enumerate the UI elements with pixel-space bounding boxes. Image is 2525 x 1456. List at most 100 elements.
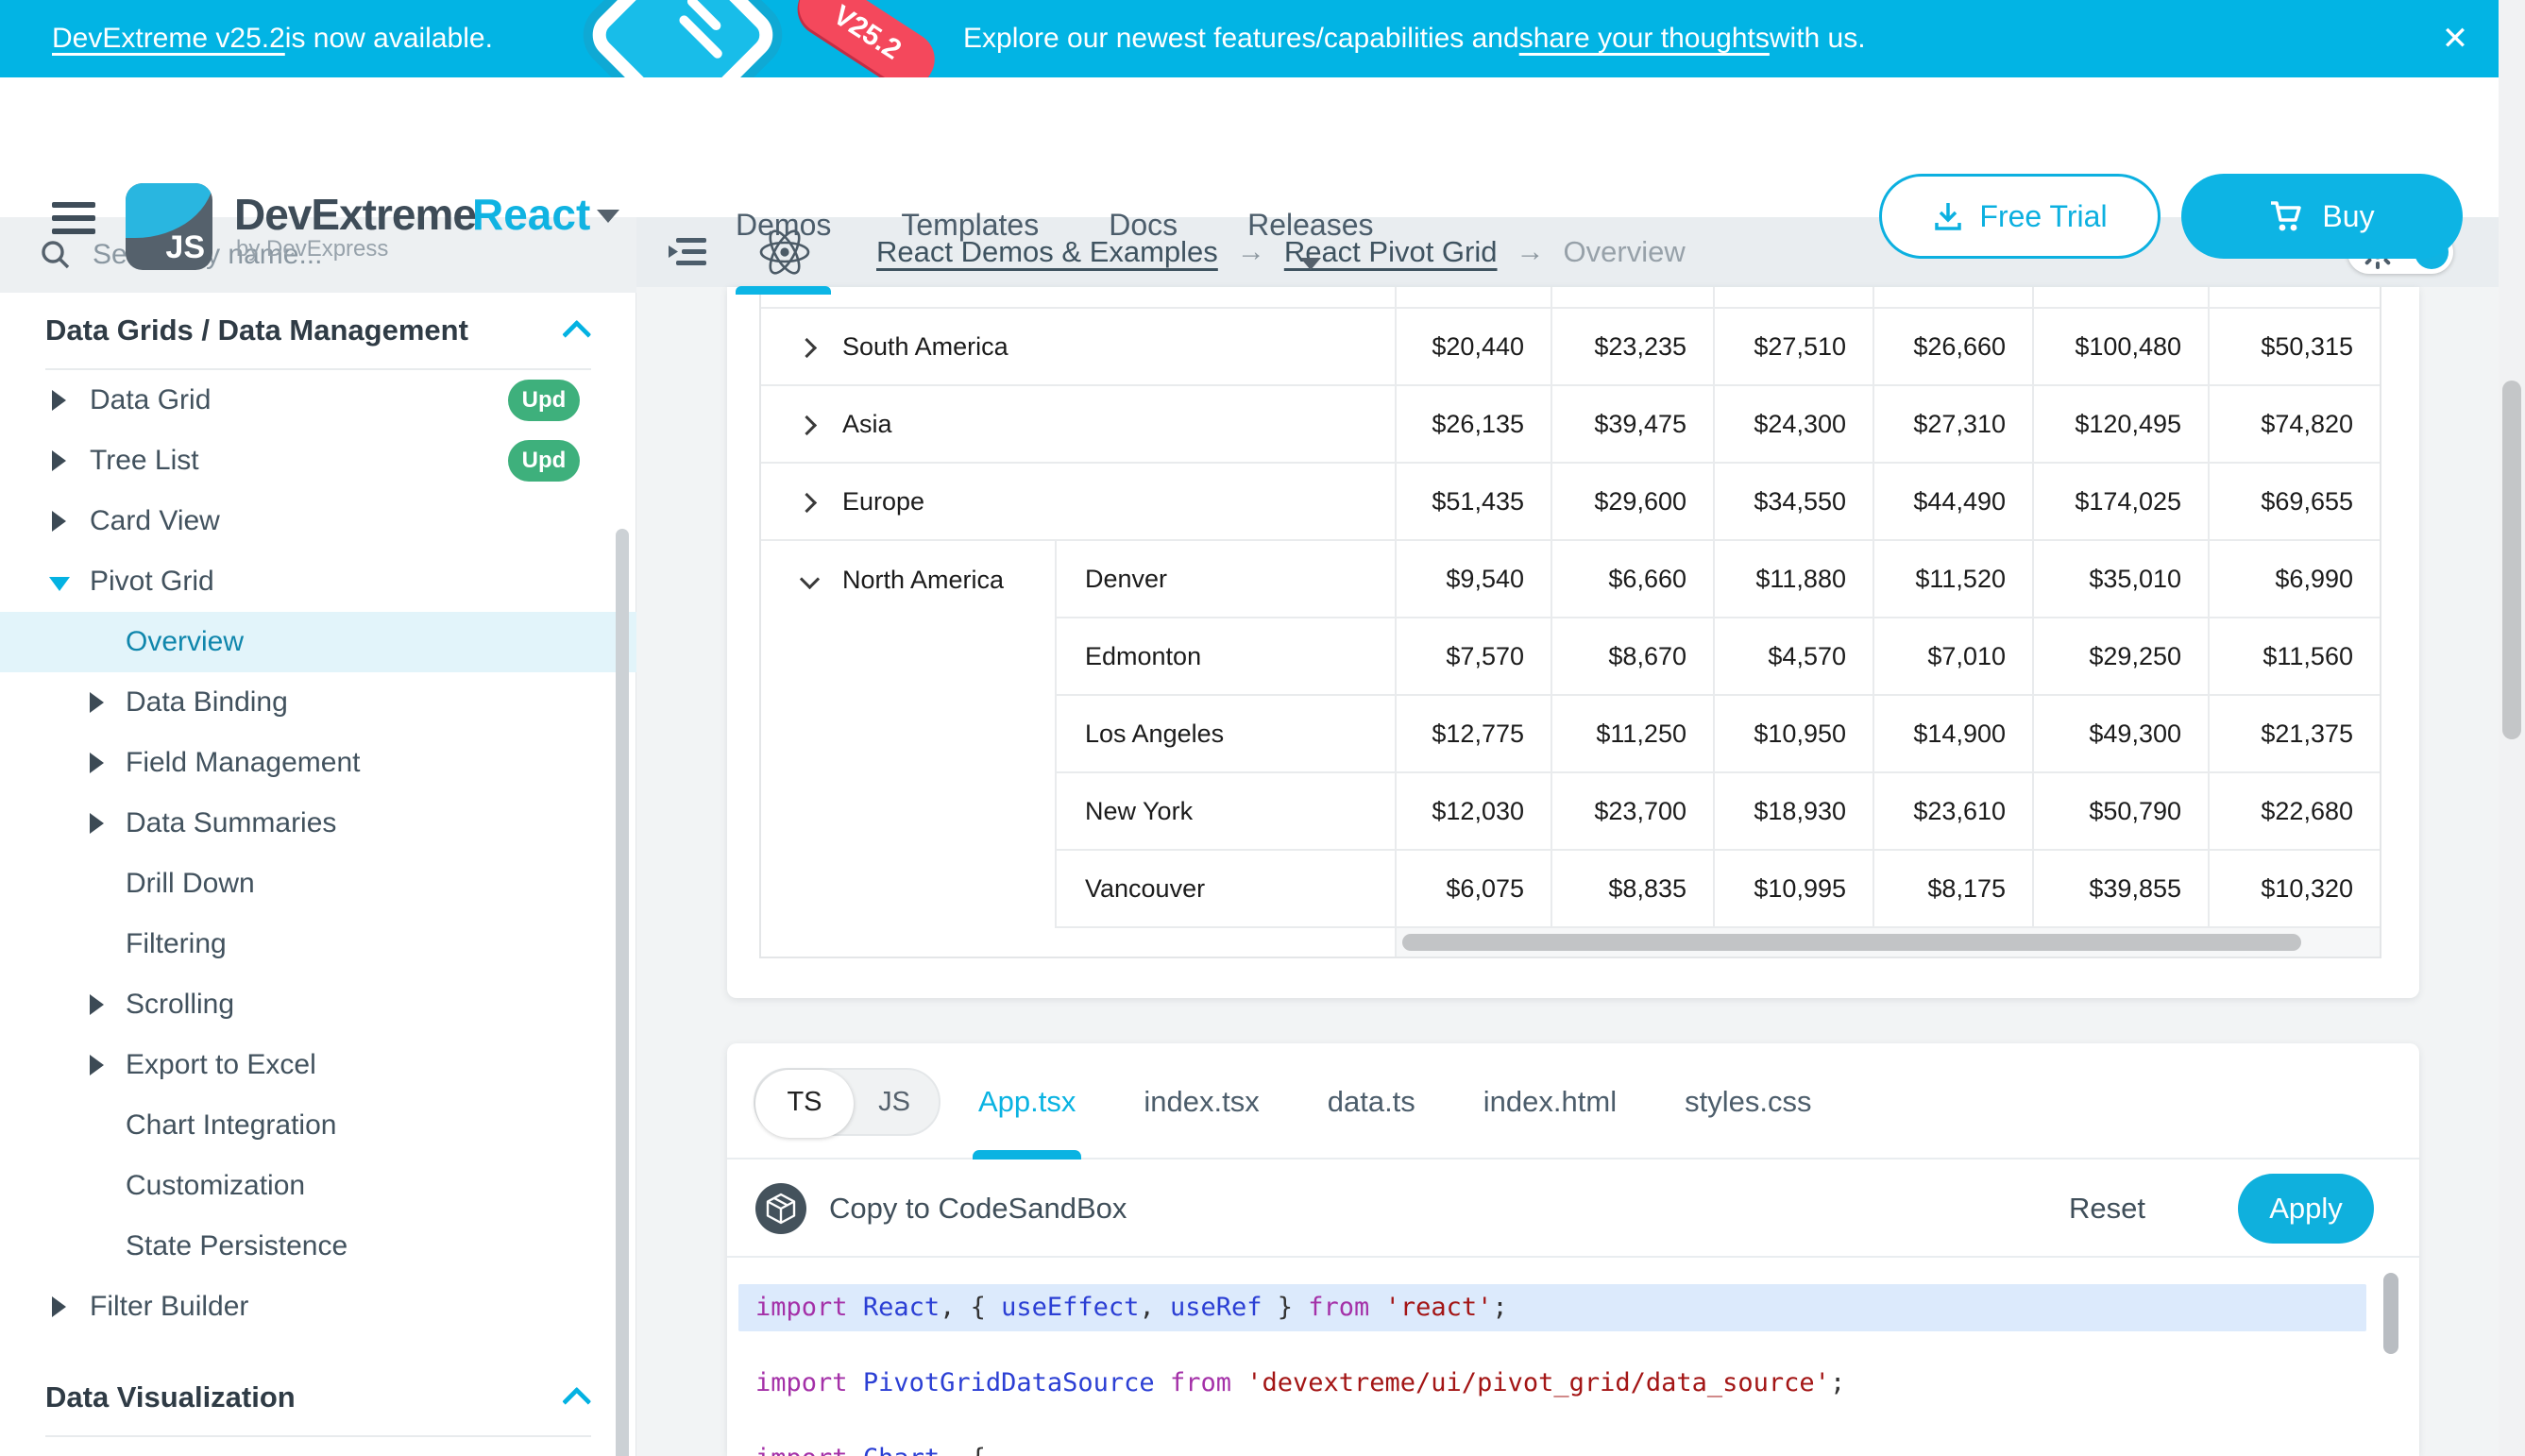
pivot-cell[interactable]: $29,600: [1552, 464, 1715, 541]
nav-item-docs[interactable]: Docs: [1109, 155, 1178, 295]
pivot-cell[interactable]: $12,775: [1397, 696, 1552, 773]
reset-button[interactable]: Reset: [2069, 1192, 2145, 1226]
expand-right-icon[interactable]: [90, 994, 104, 1015]
pivot-cell[interactable]: $23,700: [1552, 773, 1715, 851]
pivot-cell[interactable]: $7,570: [1397, 618, 1552, 696]
pivot-cell[interactable]: $23,610: [1874, 773, 2034, 851]
sidebar-item-pivot-grid[interactable]: Pivot Grid: [0, 551, 636, 612]
toggle-option-js[interactable]: JS: [850, 1087, 939, 1118]
brand-name[interactable]: DevExtreme: [234, 189, 476, 240]
pivot-cell[interactable]: $49,300: [2034, 696, 2210, 773]
expand-right-icon[interactable]: [52, 511, 66, 532]
pivot-horizontal-scrollbar[interactable]: [1397, 928, 2380, 957]
file-tab-data-ts[interactable]: data.ts: [1328, 1043, 1415, 1160]
sidebar-item-field-management[interactable]: Field Management: [0, 733, 636, 793]
pivot-cell[interactable]: $20,440: [1397, 309, 1552, 386]
file-tab-index-tsx[interactable]: index.tsx: [1144, 1043, 1259, 1160]
expand-right-icon[interactable]: [90, 1055, 104, 1075]
framework-selector[interactable]: React: [472, 189, 590, 240]
sidebar-item-data-binding[interactable]: Data Binding: [0, 672, 636, 733]
pivot-cell[interactable]: $50,315: [2210, 309, 2380, 386]
pivot-row-asia[interactable]: Asia: [761, 386, 1397, 464]
pivot-cell[interactable]: $74,820: [2210, 386, 2380, 464]
pivot-cell[interactable]: $10,995: [1715, 851, 1874, 928]
pivot-cell[interactable]: $10,950: [1715, 696, 1874, 773]
pivot-cell[interactable]: $9,540: [1397, 541, 1552, 618]
devextreme-logo[interactable]: JS: [126, 183, 212, 270]
pivot-cell[interactable]: $24,300: [1715, 386, 1874, 464]
codesandbox-icon[interactable]: [755, 1183, 806, 1234]
expand-row-icon[interactable]: [799, 492, 818, 511]
nav-item-releases[interactable]: Releases: [1247, 155, 1373, 295]
share-thoughts-link[interactable]: share your thoughts: [1519, 23, 1770, 55]
pivot-cell[interactable]: $11,250: [1552, 696, 1715, 773]
nav-item-demos[interactable]: Demos: [736, 155, 831, 295]
sidebar-item-export-to-excel[interactable]: Export to Excel: [0, 1035, 636, 1095]
pivot-cell[interactable]: $50,790: [2034, 773, 2210, 851]
pivot-horizontal-scrollbar-thumb[interactable]: [1402, 934, 2301, 951]
pivot-cell[interactable]: $26,660: [1874, 309, 2034, 386]
pivot-cell[interactable]: $35,010: [2034, 541, 2210, 618]
pivot-cell[interactable]: $27,310: [1874, 386, 2034, 464]
sidebar-item-tree-list[interactable]: Tree ListUpd: [0, 431, 636, 491]
pivot-cell[interactable]: $6,990: [2210, 541, 2380, 618]
pivot-cell[interactable]: $39,475: [1552, 386, 1715, 464]
pivot-cell[interactable]: $39,855: [2034, 851, 2210, 928]
banner-close-icon[interactable]: ✕: [2427, 0, 2483, 77]
page-scrollbar-thumb[interactable]: [2502, 381, 2521, 739]
expand-right-icon[interactable]: [52, 1296, 66, 1317]
codesandbox-label[interactable]: Copy to CodeSandBox: [829, 1192, 1127, 1226]
sidebar-section-data-visualization[interactable]: Data Visualization: [0, 1360, 636, 1435]
pivot-cell[interactable]: $7,010: [1874, 618, 2034, 696]
pivot-row-europe[interactable]: Europe: [761, 464, 1397, 541]
page-scrollbar[interactable]: [2499, 0, 2525, 1456]
pivot-row-vancouver[interactable]: Vancouver: [1057, 851, 1397, 928]
sidebar-item-card-view[interactable]: Card View: [0, 491, 636, 551]
pivot-cell[interactable]: $8,670: [1552, 618, 1715, 696]
pivot-cell[interactable]: $11,520: [1874, 541, 2034, 618]
pivot-row-north-america[interactable]: North America: [761, 541, 1057, 928]
code-scrollbar[interactable]: [2383, 1273, 2398, 1354]
file-tab-index-html[interactable]: index.html: [1483, 1043, 1617, 1160]
collapse-sidebar-icon[interactable]: [663, 233, 712, 271]
pivot-cell[interactable]: $4,570: [1715, 618, 1874, 696]
sidebar-item-data-grid[interactable]: Data GridUpd: [0, 370, 636, 431]
pivot-cell[interactable]: $100,480: [2034, 309, 2210, 386]
pivot-row-new-york[interactable]: New York: [1057, 773, 1397, 851]
file-tab-styles-css[interactable]: styles.css: [1685, 1043, 1811, 1160]
free-trial-button[interactable]: Free Trial: [1879, 174, 2161, 259]
pivot-cell[interactable]: $10,320: [2210, 851, 2380, 928]
framework-caret-icon[interactable]: [597, 210, 619, 223]
pivot-cell[interactable]: $174,025: [2034, 464, 2210, 541]
pivot-cell[interactable]: $120,495: [2034, 386, 2210, 464]
collapse-row-icon[interactable]: [799, 571, 818, 590]
banner-version-link[interactable]: DevExtreme v25.2: [52, 23, 285, 55]
pivot-cell[interactable]: $6,075: [1397, 851, 1552, 928]
pivot-cell[interactable]: $14,900: [1874, 696, 2034, 773]
sidebar-item-overview[interactable]: Overview: [0, 612, 636, 672]
expand-right-icon[interactable]: [90, 753, 104, 773]
sidebar-section-data-grids[interactable]: Data Grids / Data Management: [0, 293, 636, 368]
pivot-cell[interactable]: $29,250: [2034, 618, 2210, 696]
pivot-cell[interactable]: $27,510: [1715, 309, 1874, 386]
pivot-cell[interactable]: $8,175: [1874, 851, 2034, 928]
pivot-cell[interactable]: $26,135: [1397, 386, 1552, 464]
sidebar-item-state-persistence[interactable]: State Persistence: [0, 1216, 636, 1277]
hamburger-menu-icon[interactable]: [52, 202, 99, 242]
pivot-cell[interactable]: $18,930: [1715, 773, 1874, 851]
sidebar-item-filtering[interactable]: Filtering: [0, 914, 636, 974]
pivot-cell[interactable]: $69,655: [2210, 464, 2380, 541]
expand-down-icon[interactable]: [49, 577, 70, 591]
expand-row-icon[interactable]: [799, 415, 818, 433]
expand-row-icon[interactable]: [799, 337, 818, 356]
pivot-row-edmonton[interactable]: Edmonton: [1057, 618, 1397, 696]
expand-right-icon[interactable]: [52, 390, 66, 411]
nav-item-templates[interactable]: Templates: [901, 155, 1039, 295]
pivot-row-south-america[interactable]: South America: [761, 309, 1397, 386]
pivot-cell[interactable]: $12,030: [1397, 773, 1552, 851]
sidebar-item-drill-down[interactable]: Drill Down: [0, 854, 636, 914]
toggle-option-ts[interactable]: TS: [755, 1087, 854, 1118]
pivot-cell[interactable]: $23,235: [1552, 309, 1715, 386]
pivot-row-denver[interactable]: Denver: [1057, 541, 1397, 618]
sidebar-item-chart-integration[interactable]: Chart Integration: [0, 1095, 636, 1156]
